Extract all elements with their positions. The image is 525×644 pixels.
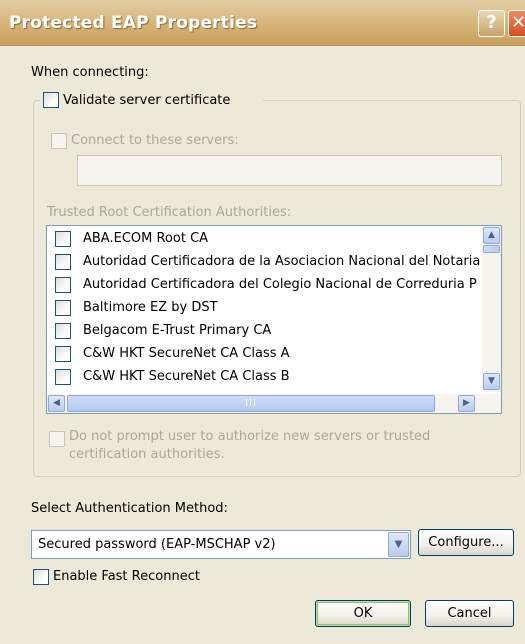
scroll-down-button[interactable]: ▼ <box>483 373 500 390</box>
list-item-label: ABA.ECOM Root CA <box>83 231 209 246</box>
vertical-scrollbar[interactable]: ▲ ▼ <box>482 226 501 392</box>
validate-server-certificate-label: Validate server certificate <box>63 93 231 108</box>
horizontal-scrollbar[interactable]: ◀ III ▶ <box>47 394 501 413</box>
connect-to-servers-label: Connect to these servers: <box>71 133 239 148</box>
list-item[interactable]: Belgacom E-Trust Primary CA <box>55 320 485 343</box>
list-item-checkbox[interactable] <box>55 277 71 293</box>
list-item[interactable]: Baltimore EZ by DST <box>55 297 485 320</box>
list-item-checkbox[interactable] <box>55 231 71 247</box>
configure-button-label: Configure... <box>428 535 504 550</box>
list-item[interactable]: Autoridad Certificadora de la Asociacion… <box>55 251 485 274</box>
ok-button-label: OK <box>353 606 373 621</box>
grip-icon: III <box>245 398 257 409</box>
auth-method-selected-value: Secured password (EAP-MSCHAP v2) <box>38 537 276 552</box>
connect-to-servers-checkbox[interactable] <box>51 133 67 149</box>
cancel-button-label: Cancel <box>447 606 492 621</box>
cancel-button[interactable]: Cancel <box>425 600 514 627</box>
dropdown-button[interactable]: ▼ <box>388 532 409 557</box>
list-item[interactable]: ABA.ECOM Root CA <box>55 228 485 251</box>
window-title: Protected EAP Properties <box>9 13 258 33</box>
help-button[interactable]: ? <box>478 10 505 37</box>
auth-method-select[interactable]: Secured password (EAP-MSCHAP v2) ▼ <box>31 530 411 559</box>
list-item-label: Autoridad Certificadora del Colegio Naci… <box>83 277 477 292</box>
chevron-right-icon: ▶ <box>463 398 470 408</box>
list-item[interactable]: Autoridad Certificadora del Colegio Naci… <box>55 274 485 297</box>
chevron-up-icon: ▲ <box>488 230 495 240</box>
list-item-label: Baltimore EZ by DST <box>83 300 218 315</box>
title-bar[interactable]: Protected EAP Properties ? ✕ <box>0 0 525 46</box>
do-not-prompt-checkbox[interactable] <box>49 431 65 447</box>
chevron-down-icon: ▼ <box>488 376 495 386</box>
list-item-checkbox[interactable] <box>55 369 71 385</box>
chevron-left-icon: ◀ <box>53 398 60 408</box>
list-item-checkbox[interactable] <box>55 300 71 316</box>
chevron-down-icon: ▼ <box>394 539 403 550</box>
scroll-left-button[interactable]: ◀ <box>48 395 65 412</box>
list-item-checkbox[interactable] <box>55 254 71 270</box>
trusted-root-list[interactable]: ABA.ECOM Root CA Autoridad Certificadora… <box>46 225 502 414</box>
horizontal-scroll-thumb[interactable]: III <box>67 395 435 412</box>
list-item-checkbox[interactable] <box>55 346 71 362</box>
servers-input[interactable] <box>77 155 502 186</box>
close-icon: ✕ <box>510 12 525 33</box>
list-item-label: C&W HKT SecureNet CA Class B <box>83 369 290 384</box>
dialog-window: Protected EAP Properties ? ✕ When connec… <box>0 0 525 644</box>
vertical-scroll-thumb[interactable] <box>483 245 500 253</box>
fast-reconnect-label: Enable Fast Reconnect <box>53 569 200 584</box>
list-item-checkbox[interactable] <box>55 323 71 339</box>
trusted-root-label: Trusted Root Certification Authorities: <box>47 205 292 220</box>
do-not-prompt-label-line2: certification authorities. <box>69 447 225 462</box>
validate-server-certificate-checkbox[interactable] <box>43 92 59 108</box>
scroll-right-button[interactable]: ▶ <box>458 395 475 412</box>
do-not-prompt-label-line1: Do not prompt user to authorize new serv… <box>69 429 431 444</box>
question-mark-icon: ? <box>486 12 497 33</box>
configure-button[interactable]: Configure... <box>418 529 514 556</box>
list-item[interactable]: C&W HKT SecureNet CA Class B <box>55 366 485 389</box>
fast-reconnect-checkbox[interactable] <box>33 569 49 585</box>
ok-button[interactable]: OK <box>315 600 411 627</box>
list-item-label: Autoridad Certificadora de la Asociacion… <box>83 254 481 269</box>
close-button[interactable]: ✕ <box>508 10 525 37</box>
list-item[interactable]: C&W HKT SecureNet CA Class A <box>55 343 485 366</box>
list-item-label: Belgacom E-Trust Primary CA <box>83 323 272 338</box>
auth-method-label: Select Authentication Method: <box>31 501 228 516</box>
when-connecting-label: When connecting: <box>31 65 149 80</box>
list-item-label: C&W HKT SecureNet CA Class A <box>83 346 290 361</box>
scroll-up-button[interactable]: ▲ <box>483 227 500 244</box>
